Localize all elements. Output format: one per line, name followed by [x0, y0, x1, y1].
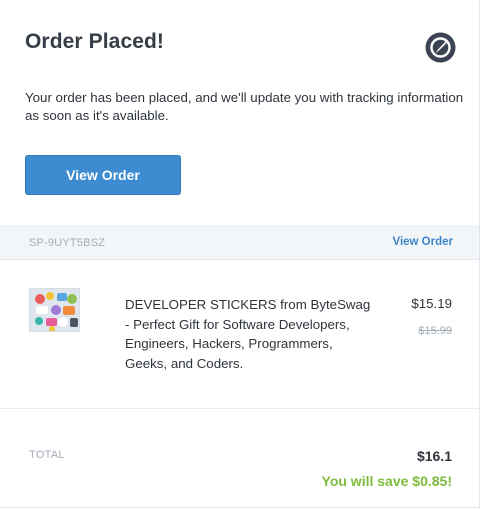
total-value: $16.1 [416, 448, 452, 464]
confirmation-message: Your order has been placed, and we'll up… [25, 90, 464, 123]
product-thumbnail [29, 288, 80, 332]
page-title: Order Placed! [25, 30, 165, 53]
view-order-button[interactable]: View Order [25, 155, 181, 195]
product-price: $15.19 [411, 296, 452, 311]
view-order-link[interactable]: View Order [392, 236, 453, 248]
order-info-bar: SP-9UYT5BSZ View Order [0, 226, 479, 260]
order-number: SP-9UYT5BSZ [29, 237, 106, 249]
product-name: DEVELOPER STICKERS from ByteSwag - Perfe… [125, 297, 371, 371]
savings-text: You will save $0.85! [321, 473, 452, 489]
total-label: TOTAL [29, 449, 65, 461]
email-card: Order Placed! Your order has been placed… [0, 0, 480, 508]
product-original-price: $15.99 [418, 325, 452, 337]
compass-logo-icon [425, 32, 456, 63]
divider [0, 408, 479, 409]
